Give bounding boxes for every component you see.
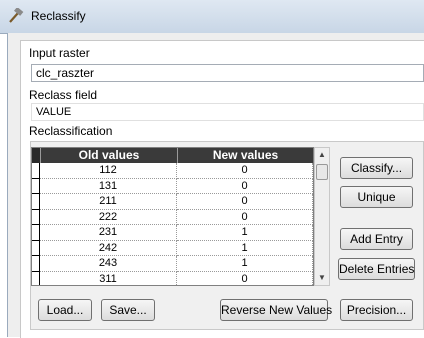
input-raster-label: Input raster [29, 46, 90, 60]
scroll-thumb[interactable] [316, 164, 328, 180]
old-value-cell: 131 [40, 178, 177, 194]
table-row[interactable]: 243 1 [32, 256, 313, 272]
reclassification-table[interactable]: Old values New values 112 0 131 0 211 0 222 0 23… [31, 147, 314, 286]
load-button[interactable]: Load... [38, 299, 92, 321]
old-value-cell: 243 [40, 256, 177, 272]
table-row[interactable]: 131 0 [32, 178, 313, 194]
save-button[interactable]: Save... [101, 299, 155, 321]
reclassification-label: Reclassification [29, 124, 113, 138]
unique-button[interactable]: Unique [340, 186, 413, 208]
reverse-new-values-button[interactable]: Reverse New Values [220, 299, 332, 321]
new-value-cell[interactable]: 0 [177, 271, 313, 285]
scroll-down-icon[interactable]: ▼ [315, 271, 329, 285]
new-value-cell[interactable]: 0 [177, 163, 313, 179]
new-value-cell[interactable]: 0 [177, 209, 313, 225]
old-value-cell: 222 [40, 209, 177, 225]
table-header: Old values New values [32, 148, 313, 163]
add-entry-button[interactable]: Add Entry [340, 228, 413, 250]
row-selector[interactable] [32, 256, 40, 272]
row-selector[interactable] [32, 240, 40, 256]
delete-entries-button[interactable]: Delete Entries [338, 258, 415, 280]
new-value-cell[interactable]: 1 [177, 225, 313, 241]
row-selector[interactable] [32, 194, 40, 210]
column-header-old-values[interactable]: Old values [40, 148, 177, 163]
title-bar: Reclassify [0, 0, 424, 34]
reclass-field-select[interactable]: VALUE [31, 103, 424, 121]
table-row[interactable]: 311 0 [32, 271, 313, 285]
table-row[interactable]: 231 1 [32, 225, 313, 241]
old-value-cell: 231 [40, 225, 177, 241]
row-selector[interactable] [32, 225, 40, 241]
new-value-cell[interactable]: 1 [177, 256, 313, 272]
table-row[interactable]: 242 1 [32, 240, 313, 256]
old-value-cell: 242 [40, 240, 177, 256]
table-row[interactable]: 112 0 [32, 163, 313, 179]
table-row[interactable]: 211 0 [32, 194, 313, 210]
precision-button[interactable]: Precision... [340, 299, 413, 321]
column-header-new-values[interactable]: New values [177, 148, 313, 163]
table-row[interactable]: 222 0 [32, 209, 313, 225]
new-value-cell[interactable]: 1 [177, 240, 313, 256]
old-value-cell: 112 [40, 163, 177, 179]
row-selector[interactable] [32, 209, 40, 225]
table-body: 112 0 131 0 211 0 222 0 231 1 242 1 243 1 311 0 [32, 163, 313, 285]
row-selector[interactable] [32, 178, 40, 194]
scroll-up-icon[interactable]: ▲ [315, 148, 329, 162]
row-selector[interactable] [32, 271, 40, 285]
table-scrollbar[interactable]: ▲ ▼ [314, 147, 330, 286]
new-value-cell[interactable]: 0 [177, 194, 313, 210]
hammer-icon [7, 6, 25, 24]
window-title: Reclassify [31, 9, 86, 23]
header-corner [32, 148, 40, 163]
classify-button[interactable]: Classify... [340, 157, 413, 179]
new-value-cell[interactable]: 0 [177, 178, 313, 194]
row-selector[interactable] [32, 163, 40, 179]
old-value-cell: 311 [40, 271, 177, 285]
old-value-cell: 211 [40, 194, 177, 210]
input-raster-field[interactable]: clc_raszter [31, 64, 424, 82]
reclass-field-label: Reclass field [29, 88, 98, 102]
